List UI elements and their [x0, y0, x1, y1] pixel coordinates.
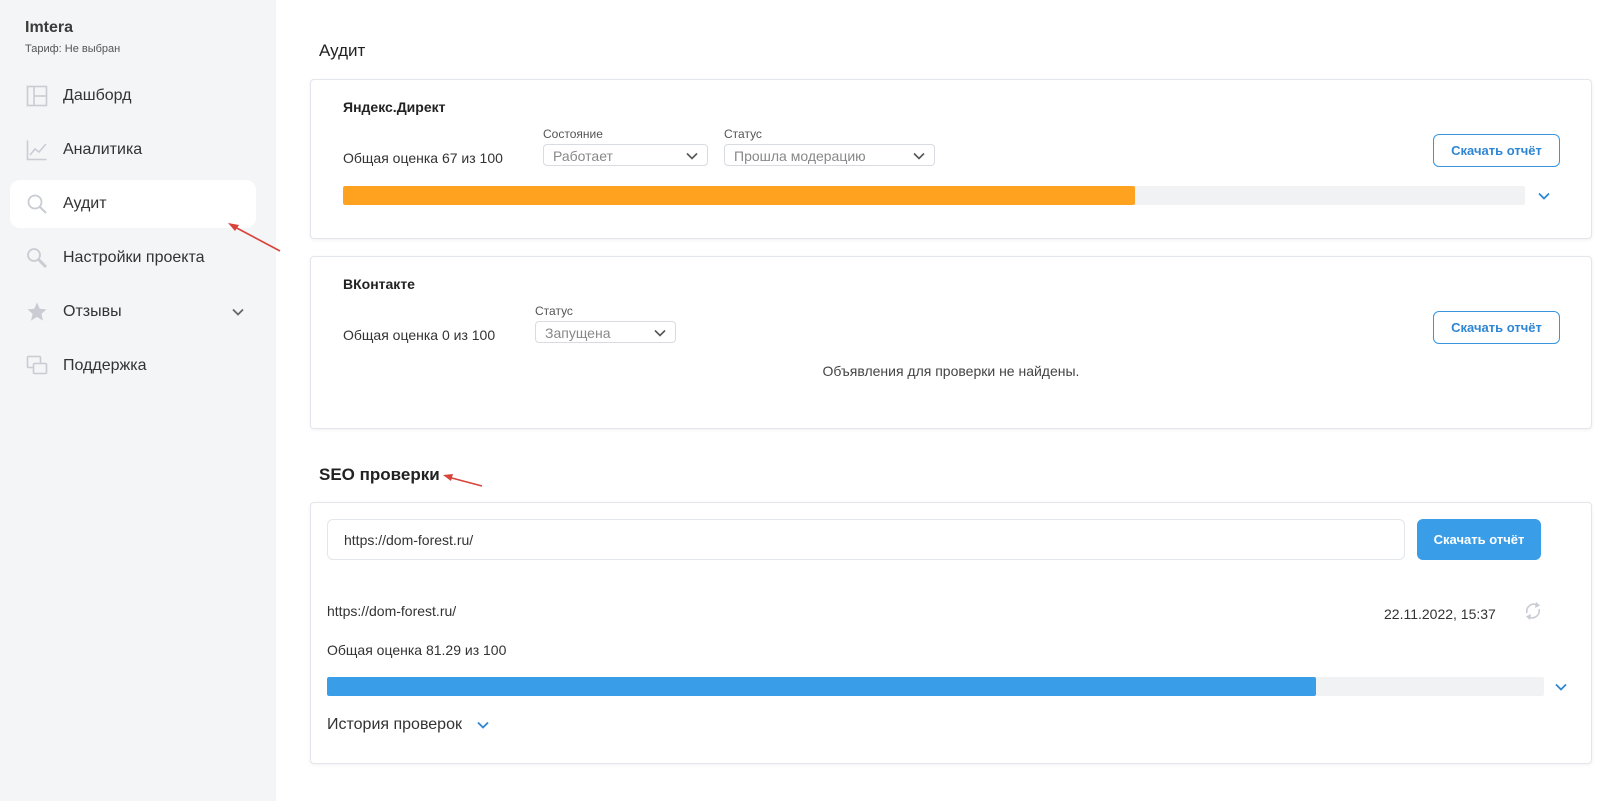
refresh-icon[interactable]	[1522, 600, 1544, 622]
expand-chevron-icon[interactable]	[1536, 188, 1552, 204]
seo-section-title: SEO проверки	[319, 465, 440, 484]
overall-score: Общая оценка 0 из 100	[343, 327, 496, 343]
overall-score: Общая оценка 81.29 из 100	[327, 642, 507, 658]
dashboard-icon	[26, 85, 48, 107]
status-label: Статус	[724, 127, 762, 141]
annotation-arrow	[443, 474, 483, 487]
seo-card: https://dom-forest.ru/ Скачать отчёт htt…	[310, 502, 1592, 764]
wrench-icon	[27, 248, 48, 269]
brand-name: Imtera	[25, 19, 74, 36]
brand: Imtera Тариф: Не выбран	[25, 19, 120, 55]
chevron-down-icon	[913, 152, 925, 160]
status-value: Запущена	[545, 325, 611, 341]
check-timestamp: 22.11.2022, 15:37	[1384, 606, 1496, 622]
card-title: Яндекс.Директ	[343, 99, 446, 115]
sidebar-item-label: Аналитика	[63, 141, 143, 158]
state-label: Состояние	[543, 127, 603, 141]
empty-ads-message: Объявления для проверки не найдены.	[822, 363, 1080, 379]
chevron-down-icon[interactable]	[230, 304, 246, 320]
status-value: Прошла модерацию	[734, 148, 866, 164]
checked-url: https://dom-forest.ru/	[327, 603, 457, 619]
state-select[interactable]: Работает	[543, 144, 708, 166]
score-progress-fill	[343, 186, 1135, 205]
sidebar-item-label: Отзывы	[63, 303, 122, 320]
state-value: Работает	[553, 148, 613, 164]
star-icon	[27, 302, 47, 321]
expand-chevron-icon[interactable]	[1553, 679, 1569, 695]
download-report-button[interactable]: Скачать отчёт	[1433, 134, 1560, 167]
download-report-button[interactable]: Скачать отчёт	[1417, 519, 1541, 560]
score-progress-fill	[327, 677, 1317, 696]
vkontakte-card: ВКонтакте Общая оценка 0 из 100 Статус З…	[310, 256, 1592, 429]
audit-section-title: Аудит	[319, 41, 366, 60]
sidebar-item-label: Дашборд	[63, 87, 132, 104]
status-select[interactable]: Прошла модерацию	[724, 144, 935, 166]
sidebar-item-analytics[interactable]: Аналитика	[10, 126, 256, 174]
sidebar-item-label: Поддержка	[63, 357, 147, 374]
search-icon	[27, 194, 47, 214]
seo-url-input[interactable]: https://dom-forest.ru/	[327, 519, 1405, 560]
url-input-value: https://dom-forest.ru/	[344, 532, 474, 548]
sidebar-item-project-settings[interactable]: Настройки проекта	[10, 234, 256, 282]
sidebar: Imtera Тариф: Не выбран Дашборд Аналитик…	[0, 0, 276, 801]
status-select[interactable]: Запущена	[535, 321, 676, 343]
chevron-down-icon	[477, 721, 490, 729]
sidebar-item-label: Аудит	[63, 195, 107, 212]
score-progress-bar	[343, 186, 1525, 205]
sidebar-item-audit[interactable]: Аудит	[10, 180, 256, 228]
check-history-toggle[interactable]: История проверок	[327, 716, 490, 734]
chat-icon	[26, 355, 48, 375]
overall-score: Общая оценка 67 из 100	[343, 150, 503, 166]
download-report-button[interactable]: Скачать отчёт	[1433, 311, 1560, 344]
chart-line-icon	[26, 140, 47, 161]
card-title: ВКонтакте	[343, 276, 415, 292]
chevron-down-icon	[654, 329, 666, 337]
history-label: История проверок	[327, 716, 462, 733]
sidebar-item-label: Настройки проекта	[63, 249, 205, 266]
score-progress-bar	[327, 677, 1544, 696]
yandex-direct-card: Яндекс.Директ Общая оценка 67 из 100 Сос…	[310, 79, 1592, 239]
sidebar-item-dashboard[interactable]: Дашборд	[10, 72, 256, 120]
chevron-down-icon	[686, 152, 698, 160]
sidebar-item-reviews[interactable]: Отзывы	[10, 288, 256, 336]
sidebar-item-support[interactable]: Поддержка	[10, 342, 256, 390]
tariff-label: Тариф: Не выбран	[25, 43, 121, 55]
status-label: Статус	[535, 304, 573, 318]
